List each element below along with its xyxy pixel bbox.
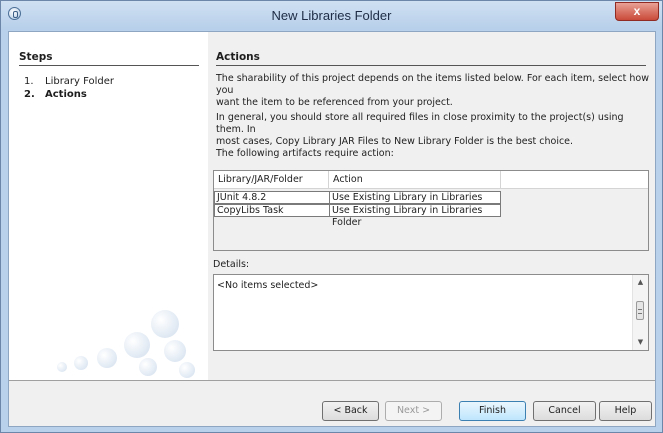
scroll-up-icon[interactable]: ▲ [633,278,648,286]
steps-divider [19,65,199,66]
library-cell[interactable]: JUnit 4.8.2 [214,191,330,204]
action-cell[interactable]: Use Existing Library in Libraries Folder [329,204,501,228]
cancel-button[interactable]: Cancel [533,401,596,421]
help-button[interactable]: Help [599,401,652,421]
details-text: <No items selected> [217,280,319,291]
close-button[interactable]: x [615,2,659,21]
column-header-action[interactable]: Action [329,171,501,189]
artifacts-label: The following artifacts require action: [216,148,394,159]
details-scrollbar[interactable]: ▲ ▼ [632,275,648,350]
title-bar[interactable]: New Libraries Folder x [1,1,662,30]
actions-title: Actions [216,51,260,63]
proximity-advice: In general, you should store all require… [216,112,649,148]
dialog-window: New Libraries Folder x Steps 1. Library F… [0,0,663,433]
scroll-down-icon[interactable]: ▼ [633,338,648,346]
step-label: Actions [45,89,87,100]
step-number: 1. [24,76,34,87]
details-textarea[interactable]: <No items selected> ▲ ▼ [213,274,649,351]
next-button[interactable]: Next > [385,401,442,421]
description-line: want the item to be referenced from your… [216,97,453,108]
actions-panel: Actions The sharability of this project … [208,32,655,380]
footer-divider [9,380,655,381]
step-actions: 2. Actions [24,89,87,100]
step-library-folder: 1. Library Folder [24,76,114,87]
step-label: Library Folder [45,76,115,87]
column-header-filler [501,171,648,189]
action-cell[interactable]: Use Existing Library in Libraries Folder [329,191,501,215]
back-button[interactable]: < Back [322,401,379,421]
sharability-description: The sharability of this project depends … [216,73,649,109]
library-cell[interactable]: CopyLibs Task [214,204,330,217]
finish-button[interactable]: Finish [459,401,526,421]
scroll-thumb[interactable] [636,301,644,320]
step-number: 2. [24,89,35,100]
table-row[interactable]: CopyLibs Task Use Existing Library in Li… [214,204,501,228]
advice-line: In general, you should store all require… [216,112,624,135]
description-line: The sharability of this project depends … [216,73,649,96]
details-label: Details: [213,259,250,270]
artifacts-table[interactable]: Library/JAR/Folder Action JUnit 4.8.2 Us… [213,170,649,251]
table-row[interactable]: JUnit 4.8.2 Use Existing Library in Libr… [214,191,501,215]
window-title: New Libraries Folder [271,8,392,23]
advice-line: most cases, Copy Library JAR Files to Ne… [216,136,574,147]
actions-divider [216,65,646,66]
decorative-bubbles-image [39,310,199,380]
steps-panel: Steps 1. Library Folder 2. Actions [9,32,208,380]
steps-title: Steps [19,51,53,63]
dialog-content: Steps 1. Library Folder 2. Actions Actions [8,31,656,427]
column-header-library[interactable]: Library/JAR/Folder [214,171,329,189]
